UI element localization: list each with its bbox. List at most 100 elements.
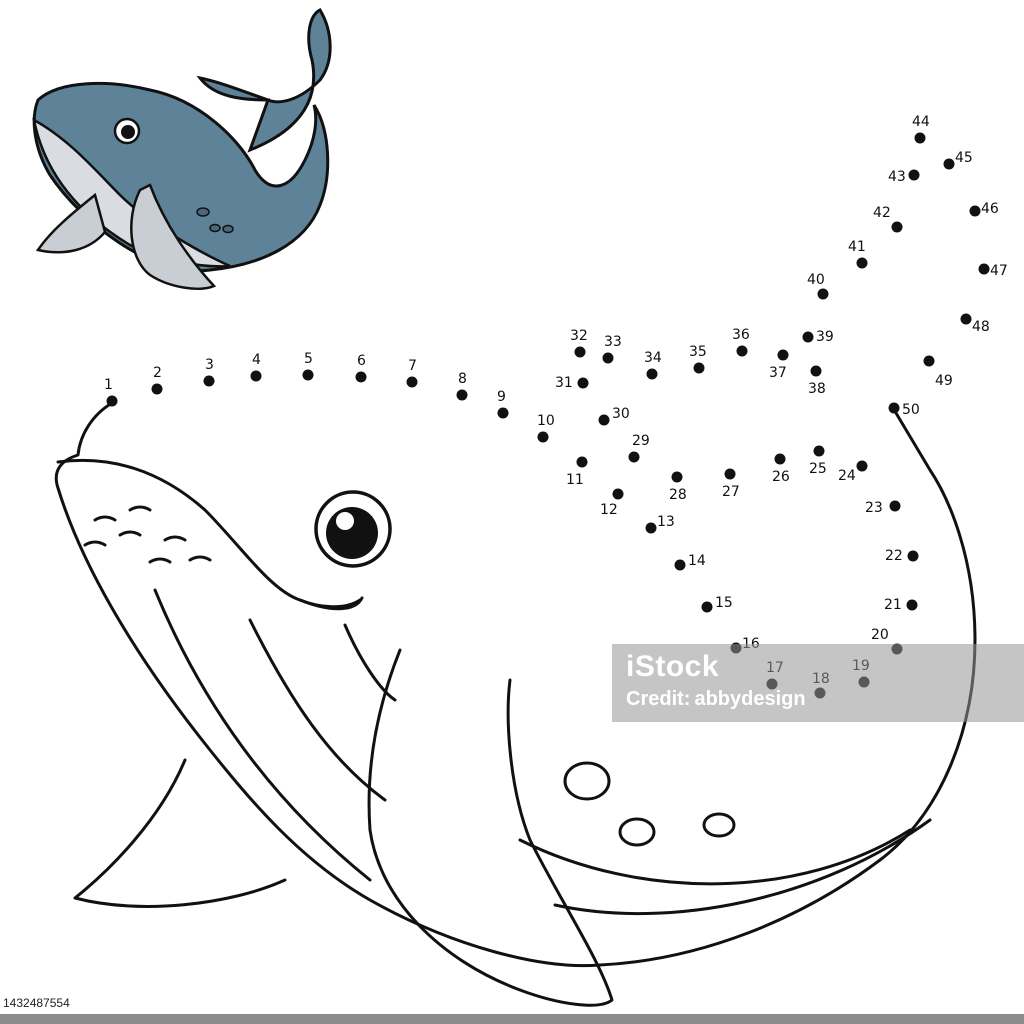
- outline-whale-spot: [618, 817, 656, 847]
- dot-30: [598, 414, 610, 426]
- outline-whale-spot: [702, 812, 736, 838]
- dot-40: [817, 288, 829, 300]
- watermark: iStock Credit: abbydesign: [612, 644, 1024, 722]
- watermark-credit-prefix: Credit:: [626, 688, 691, 710]
- outline-whale-eye-highlight: [336, 512, 354, 530]
- dot-12: [612, 488, 624, 500]
- dot-label-22: 22: [885, 548, 903, 564]
- dot-label-50: 50: [902, 402, 920, 418]
- dot-label-43: 43: [888, 169, 906, 185]
- dot-4: [250, 370, 262, 382]
- dot-label-6: 6: [357, 353, 366, 369]
- dot-24: [856, 460, 868, 472]
- dot-2: [151, 383, 163, 395]
- dot-42: [891, 221, 903, 233]
- dot-label-45: 45: [955, 150, 973, 166]
- dot-label-24: 24: [838, 468, 856, 484]
- dot-label-48: 48: [972, 319, 990, 335]
- outline-whale-skin-mark: [148, 557, 172, 564]
- dot-11: [576, 456, 588, 468]
- dot-label-28: 28: [669, 487, 687, 503]
- colored-whale-spot: [222, 224, 234, 234]
- dot-33: [602, 352, 614, 364]
- dot-21: [906, 599, 918, 611]
- dot-43: [908, 169, 920, 181]
- outline-whale-left-flipper: [73, 758, 287, 908]
- dot-label-41: 41: [848, 239, 866, 255]
- dot-label-7: 7: [408, 358, 417, 374]
- colored-whale-spot: [209, 223, 221, 233]
- colored-whale-illustration: [32, 8, 332, 290]
- dot-1: [106, 395, 118, 407]
- outline-whale-skin-mark: [163, 535, 187, 542]
- dot-8: [456, 389, 468, 401]
- dot-47: [978, 263, 990, 275]
- dot-label-13: 13: [657, 514, 675, 530]
- dot-label-37: 37: [769, 365, 787, 381]
- dot-38: [810, 365, 822, 377]
- dot-31: [577, 377, 589, 389]
- dot-23: [889, 500, 901, 512]
- coloring-page: 1234567891011121314151617181920212223242…: [32, 8, 1008, 1007]
- dot-13: [645, 522, 657, 534]
- dot-26: [774, 453, 786, 465]
- colored-whale-spot: [196, 207, 210, 217]
- outline-whale-skin-mark: [128, 505, 152, 512]
- dot-14: [674, 559, 686, 571]
- dot-label-44: 44: [912, 114, 930, 130]
- dot-6: [355, 371, 367, 383]
- dot-44: [914, 132, 926, 144]
- dot-50: [888, 402, 900, 414]
- dot-label-4: 4: [252, 352, 261, 368]
- dot-10: [537, 431, 549, 443]
- dot-9: [497, 407, 509, 419]
- dot-label-15: 15: [715, 595, 733, 611]
- bottom-bar: [0, 1014, 1024, 1024]
- dot-label-27: 27: [722, 484, 740, 500]
- dot-label-30: 30: [612, 406, 630, 422]
- dot-5: [302, 369, 314, 381]
- dot-label-33: 33: [604, 334, 622, 350]
- dot-label-42: 42: [873, 205, 891, 221]
- dot-label-5: 5: [304, 351, 313, 367]
- dot-label-49: 49: [935, 373, 953, 389]
- dot-label-34: 34: [644, 350, 662, 366]
- outline-whale-jaw-line: [153, 588, 372, 882]
- dot-label-29: 29: [632, 433, 650, 449]
- dot-label-38: 38: [808, 381, 826, 397]
- dot-41: [856, 257, 868, 269]
- dot-label-35: 35: [689, 344, 707, 360]
- dot-27: [724, 468, 736, 480]
- dot-label-8: 8: [458, 371, 467, 387]
- watermark-logo: iStock: [626, 650, 720, 683]
- dot-3: [203, 375, 215, 387]
- dot-46: [969, 205, 981, 217]
- outline-whale-belly-line: [553, 818, 932, 916]
- dot-label-10: 10: [537, 413, 555, 429]
- dot-label-3: 3: [205, 357, 214, 373]
- dot-29: [628, 451, 640, 463]
- dot-35: [693, 362, 705, 374]
- dot-34: [646, 368, 658, 380]
- dot-15: [701, 601, 713, 613]
- outline-whale-spot: [563, 761, 611, 801]
- outline-whale-belly-line: [518, 828, 912, 886]
- dot-48: [960, 313, 972, 325]
- dot-37: [777, 349, 789, 361]
- dot-label-32: 32: [570, 328, 588, 344]
- dot-28: [671, 471, 683, 483]
- image-id-label: 1432487554: [0, 994, 93, 1012]
- outline-whale-jaw-line: [248, 618, 387, 802]
- watermark-credit: Credit: abbydesign: [626, 688, 810, 711]
- dot-label-31: 31: [555, 375, 573, 391]
- dot-39: [802, 331, 814, 343]
- dot-label-2: 2: [153, 365, 162, 381]
- dot-label-39: 39: [816, 329, 834, 345]
- dot-label-9: 9: [497, 389, 506, 405]
- dot-36: [736, 345, 748, 357]
- colored-whale-pupil: [121, 125, 135, 139]
- dot-label-40: 40: [807, 272, 825, 288]
- dot-label-1: 1: [104, 377, 113, 393]
- dot-22: [907, 550, 919, 562]
- dot-45: [943, 158, 955, 170]
